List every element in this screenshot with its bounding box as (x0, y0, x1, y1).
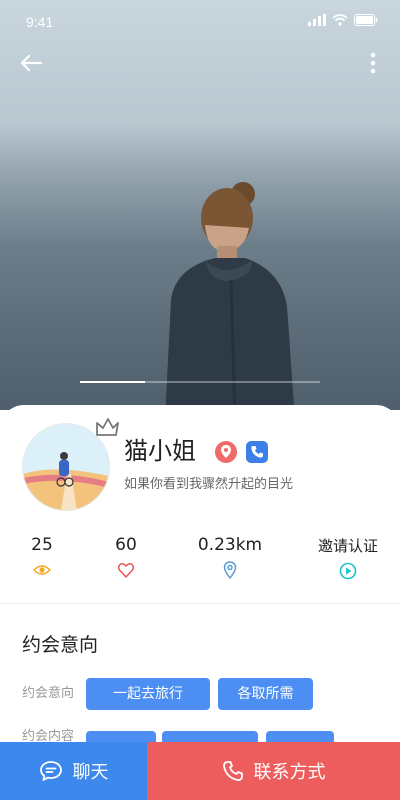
section-title-dating: 约会意向 (22, 634, 99, 656)
intent-tag-mutual[interactable]: 各取所需 (218, 678, 313, 710)
stat-likes-value: 60 (115, 535, 137, 555)
status-time: 9:41 (26, 14, 54, 30)
contact-button[interactable]: 联系方式 (147, 742, 400, 800)
play-circle-icon (339, 562, 357, 580)
arrow-left-icon (20, 54, 42, 72)
gallery-progress-track (80, 381, 320, 383)
section-divider (0, 603, 400, 604)
signal-icon (308, 14, 326, 26)
intent-label: 约会意向 (22, 686, 75, 701)
profile-photo[interactable]: 9:41 (0, 0, 400, 410)
crown-icon (96, 418, 119, 436)
heart-icon (117, 563, 135, 578)
profile-name: 猫小姐 (124, 437, 196, 465)
more-button[interactable] (358, 48, 388, 78)
eye-icon (33, 565, 51, 575)
stats-row: 25 60 0.23km 邀请认证 (0, 535, 400, 595)
wifi-icon (332, 14, 348, 26)
chat-button-label: 聊天 (72, 762, 109, 783)
profile-card: 猫小姐 如果你看到我骤然升起的目光 25 60 0.23km 邀请认证 约会意向… (0, 405, 400, 800)
status-bar: 9:41 (0, 0, 400, 44)
battery-icon (354, 14, 378, 26)
phone-badge-icon (246, 441, 268, 463)
bottom-action-bar: 聊天 联系方式 (0, 742, 400, 800)
more-vertical-icon (370, 52, 376, 74)
stat-distance-value: 0.23km (197, 535, 263, 555)
phone-icon (222, 761, 243, 781)
stat-verify-label: 邀请认证 (317, 537, 378, 555)
status-icons (308, 14, 378, 26)
back-button[interactable] (16, 48, 46, 78)
stat-verify[interactable]: 邀请认证 (312, 535, 384, 580)
stat-likes[interactable]: 60 (104, 535, 148, 579)
person-figure (165, 182, 295, 410)
profile-bio: 如果你看到我骤然升起的目光 (124, 477, 294, 492)
chat-bubble-icon (39, 761, 62, 781)
gallery-progress-fill (80, 381, 145, 383)
contact-button-label: 联系方式 (253, 762, 326, 783)
location-icon (223, 561, 237, 579)
location-badge-icon (215, 441, 237, 463)
chat-button[interactable]: 聊天 (0, 742, 147, 800)
stat-views-value: 25 (31, 535, 53, 555)
stat-views[interactable]: 25 (20, 535, 64, 579)
stat-distance[interactable]: 0.23km (186, 535, 274, 579)
intent-tag-travel[interactable]: 一起去旅行 (86, 678, 210, 710)
